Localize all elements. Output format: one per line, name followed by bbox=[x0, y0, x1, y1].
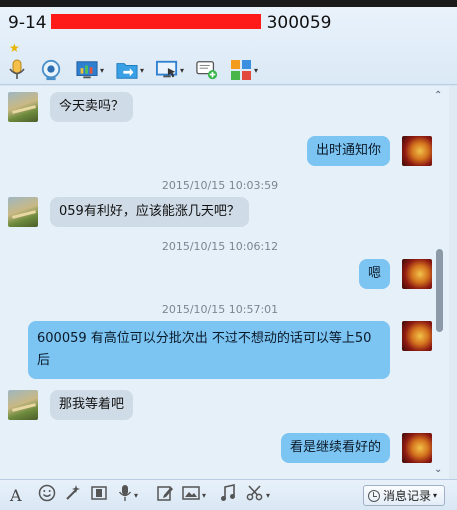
image-button[interactable]: ▾ bbox=[182, 486, 206, 504]
message-right: 出时通知你 bbox=[306, 136, 432, 166]
title-prefix: 9-14 bbox=[8, 13, 47, 33]
film-icon bbox=[90, 484, 108, 506]
screenshot-button[interactable]: ▾ bbox=[246, 484, 270, 506]
redacted-name bbox=[50, 14, 261, 29]
magic-effect-button[interactable] bbox=[64, 484, 82, 506]
add-message-icon bbox=[196, 59, 218, 81]
chat-header: 9-14 300059 ★ ▾ ▾ ▾ ▾ bbox=[0, 7, 457, 85]
chevron-down-icon[interactable]: ▾ bbox=[100, 66, 104, 75]
music-button[interactable] bbox=[220, 484, 236, 506]
avatar[interactable] bbox=[8, 197, 38, 227]
screen-share-button[interactable]: ▾ bbox=[76, 58, 104, 82]
avatar[interactable] bbox=[402, 259, 432, 289]
avatar[interactable] bbox=[402, 433, 432, 463]
voice-call-button[interactable] bbox=[6, 58, 28, 82]
clock-icon bbox=[368, 489, 380, 502]
video-call-icon bbox=[40, 59, 62, 81]
screen-share-icon bbox=[76, 59, 98, 81]
chevron-down-icon[interactable]: ▾ bbox=[266, 491, 270, 500]
microphone-icon bbox=[6, 59, 28, 81]
message-left: 今天卖吗？ bbox=[8, 92, 134, 122]
message-bubble: 出时通知你 bbox=[306, 136, 390, 166]
font-icon: A bbox=[10, 485, 22, 505]
timestamp: 2015/10/15 10:03:59 bbox=[161, 179, 279, 192]
timestamp: 2015/10/15 10:06:12 bbox=[161, 240, 279, 253]
video-call-button[interactable] bbox=[40, 58, 62, 82]
avatar[interactable] bbox=[8, 92, 38, 122]
message-bubble: 600059 有高位可以分批次出 不过不想动的话可以等上50后 bbox=[28, 321, 390, 379]
window-edge bbox=[449, 86, 457, 479]
scissors-icon bbox=[246, 484, 264, 506]
magic-wand-icon bbox=[64, 484, 82, 506]
file-transfer-button[interactable]: ▾ bbox=[116, 58, 144, 82]
avatar[interactable] bbox=[8, 390, 38, 420]
chevron-down-icon[interactable]: ▾ bbox=[140, 66, 144, 75]
chevron-down-icon[interactable]: ▾ bbox=[180, 66, 184, 75]
message-bubble: 嗯 bbox=[358, 259, 390, 289]
scrollbar-thumb[interactable] bbox=[436, 249, 443, 332]
chevron-down-icon[interactable]: ▾ bbox=[202, 491, 206, 500]
title-suffix: 300059 bbox=[266, 13, 332, 33]
chevron-down-icon[interactable]: ▾ bbox=[433, 491, 437, 500]
chat-toolbar: ▾ ▾ ▾ ▾ bbox=[6, 57, 258, 83]
chat-scrollbar[interactable]: ⌃ ⌄ bbox=[432, 86, 447, 479]
send-message-button[interactable] bbox=[196, 58, 218, 82]
smiley-icon bbox=[38, 484, 56, 506]
edit-icon bbox=[156, 484, 174, 506]
apps-icon bbox=[230, 59, 252, 81]
scroll-down-icon[interactable]: ⌄ bbox=[434, 464, 442, 475]
contact-title: 9-14 300059 bbox=[8, 13, 332, 33]
scroll-up-icon[interactable]: ⌃ bbox=[434, 90, 442, 101]
star-icon: ★ bbox=[9, 41, 20, 55]
emoji-button[interactable] bbox=[38, 484, 56, 506]
microphone-icon bbox=[118, 484, 132, 506]
message-right: 嗯 bbox=[358, 259, 432, 289]
remote-assist-button[interactable]: ▾ bbox=[156, 58, 184, 82]
message-history-button[interactable]: 消息记录 ▾ bbox=[363, 485, 445, 506]
voice-message-button[interactable]: ▾ bbox=[118, 484, 138, 506]
edit-button[interactable] bbox=[156, 486, 174, 504]
chevron-down-icon[interactable]: ▾ bbox=[134, 491, 138, 500]
folder-transfer-icon bbox=[116, 59, 138, 81]
message-right: 600059 有高位可以分批次出 不过不想动的话可以等上50后 bbox=[28, 321, 432, 379]
chevron-down-icon[interactable]: ▾ bbox=[254, 66, 258, 75]
font-button[interactable]: A bbox=[10, 485, 22, 505]
message-bubble: 今天卖吗？ bbox=[50, 92, 134, 122]
message-left: 059有利好，应该能涨几天吧？ bbox=[8, 197, 249, 227]
avatar[interactable] bbox=[402, 136, 432, 166]
music-note-icon bbox=[220, 484, 236, 506]
message-right: 看是继续看好的 bbox=[280, 433, 432, 463]
video-clip-button[interactable] bbox=[90, 486, 108, 504]
message-left: 那我等着吧 bbox=[8, 390, 134, 420]
history-label: 消息记录 bbox=[383, 489, 432, 503]
input-toolbar: A ▾ ▾ ▾ 消息记录 ▾ bbox=[0, 479, 457, 510]
window-top-strip bbox=[0, 0, 457, 7]
apps-button[interactable]: ▾ bbox=[230, 58, 258, 82]
message-bubble: 看是继续看好的 bbox=[280, 433, 390, 463]
avatar[interactable] bbox=[402, 321, 432, 351]
image-icon bbox=[182, 485, 200, 505]
remote-desktop-icon bbox=[156, 59, 178, 81]
message-bubble: 那我等着吧 bbox=[50, 390, 134, 420]
timestamp: 2015/10/15 10:57:01 bbox=[161, 303, 279, 316]
message-bubble: 059有利好，应该能涨几天吧？ bbox=[50, 197, 249, 227]
message-list[interactable]: 今天卖吗？ 出时通知你 2015/10/15 10:03:59 059有利好，应… bbox=[0, 86, 449, 479]
